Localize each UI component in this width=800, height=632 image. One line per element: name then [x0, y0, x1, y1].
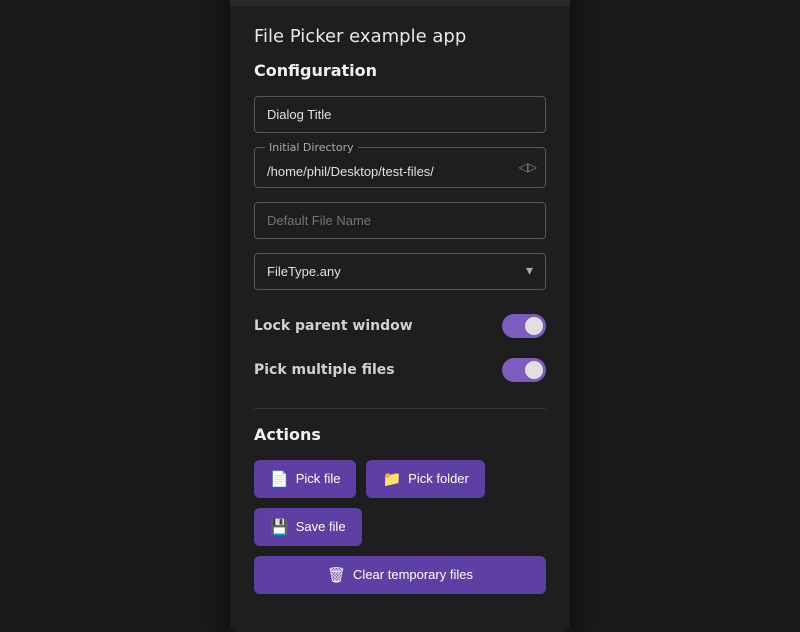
app-window: example — □ ✕ File Picker example app Co… [230, 0, 570, 632]
dialog-title-input[interactable] [254, 96, 546, 133]
save-file-label: Save file [296, 519, 346, 534]
dialog-title-group [254, 96, 546, 133]
clear-temp-button[interactable]: 🗑 Clear temporary files [254, 556, 546, 594]
pick-folder-button[interactable]: 📁 Pick folder [366, 460, 484, 498]
lock-parent-label: Lock parent window [254, 318, 413, 334]
pick-file-button[interactable]: 📄 Pick file [254, 460, 356, 498]
lock-parent-row: Lock parent window [254, 304, 546, 348]
initial-directory-label: Initial Directory [265, 141, 358, 154]
pick-folder-label: Pick folder [408, 471, 469, 486]
pick-file-icon: 📄 [270, 470, 289, 488]
initial-directory-group: Initial Directory ◁▷ [254, 147, 546, 188]
initial-directory-input[interactable] [255, 156, 545, 187]
actions-row-primary: 📄 Pick file 📁 Pick folder 💾 Save file [254, 460, 546, 546]
pick-multiple-row: Pick multiple files [254, 348, 546, 392]
default-filename-input[interactable] [254, 202, 546, 239]
filetype-select[interactable]: FileType.any FileType.image FileType.vid… [255, 254, 545, 289]
content-area: File Picker example app Configuration In… [230, 6, 570, 632]
filetype-group: FileType.any FileType.image FileType.vid… [254, 253, 546, 290]
pick-file-label: Pick file [296, 471, 341, 486]
save-file-button[interactable]: 💾 Save file [254, 508, 362, 546]
section-divider [254, 408, 546, 409]
clear-temp-label: Clear temporary files [353, 567, 473, 582]
clear-temp-icon: 🗑 [327, 566, 346, 584]
actions-row-secondary: 🗑 Clear temporary files [254, 556, 546, 594]
configuration-title: Configuration [254, 61, 546, 80]
default-filename-group [254, 202, 546, 239]
pick-multiple-label: Pick multiple files [254, 362, 395, 378]
actions-title: Actions [254, 425, 546, 444]
lock-parent-toggle[interactable] [502, 314, 546, 338]
pick-folder-icon: 📁 [382, 470, 401, 488]
pick-multiple-toggle[interactable] [502, 358, 546, 382]
resize-handle-icon[interactable]: ◁▷ [519, 160, 537, 174]
save-file-icon: 💾 [270, 518, 289, 536]
app-title: File Picker example app [254, 26, 546, 47]
